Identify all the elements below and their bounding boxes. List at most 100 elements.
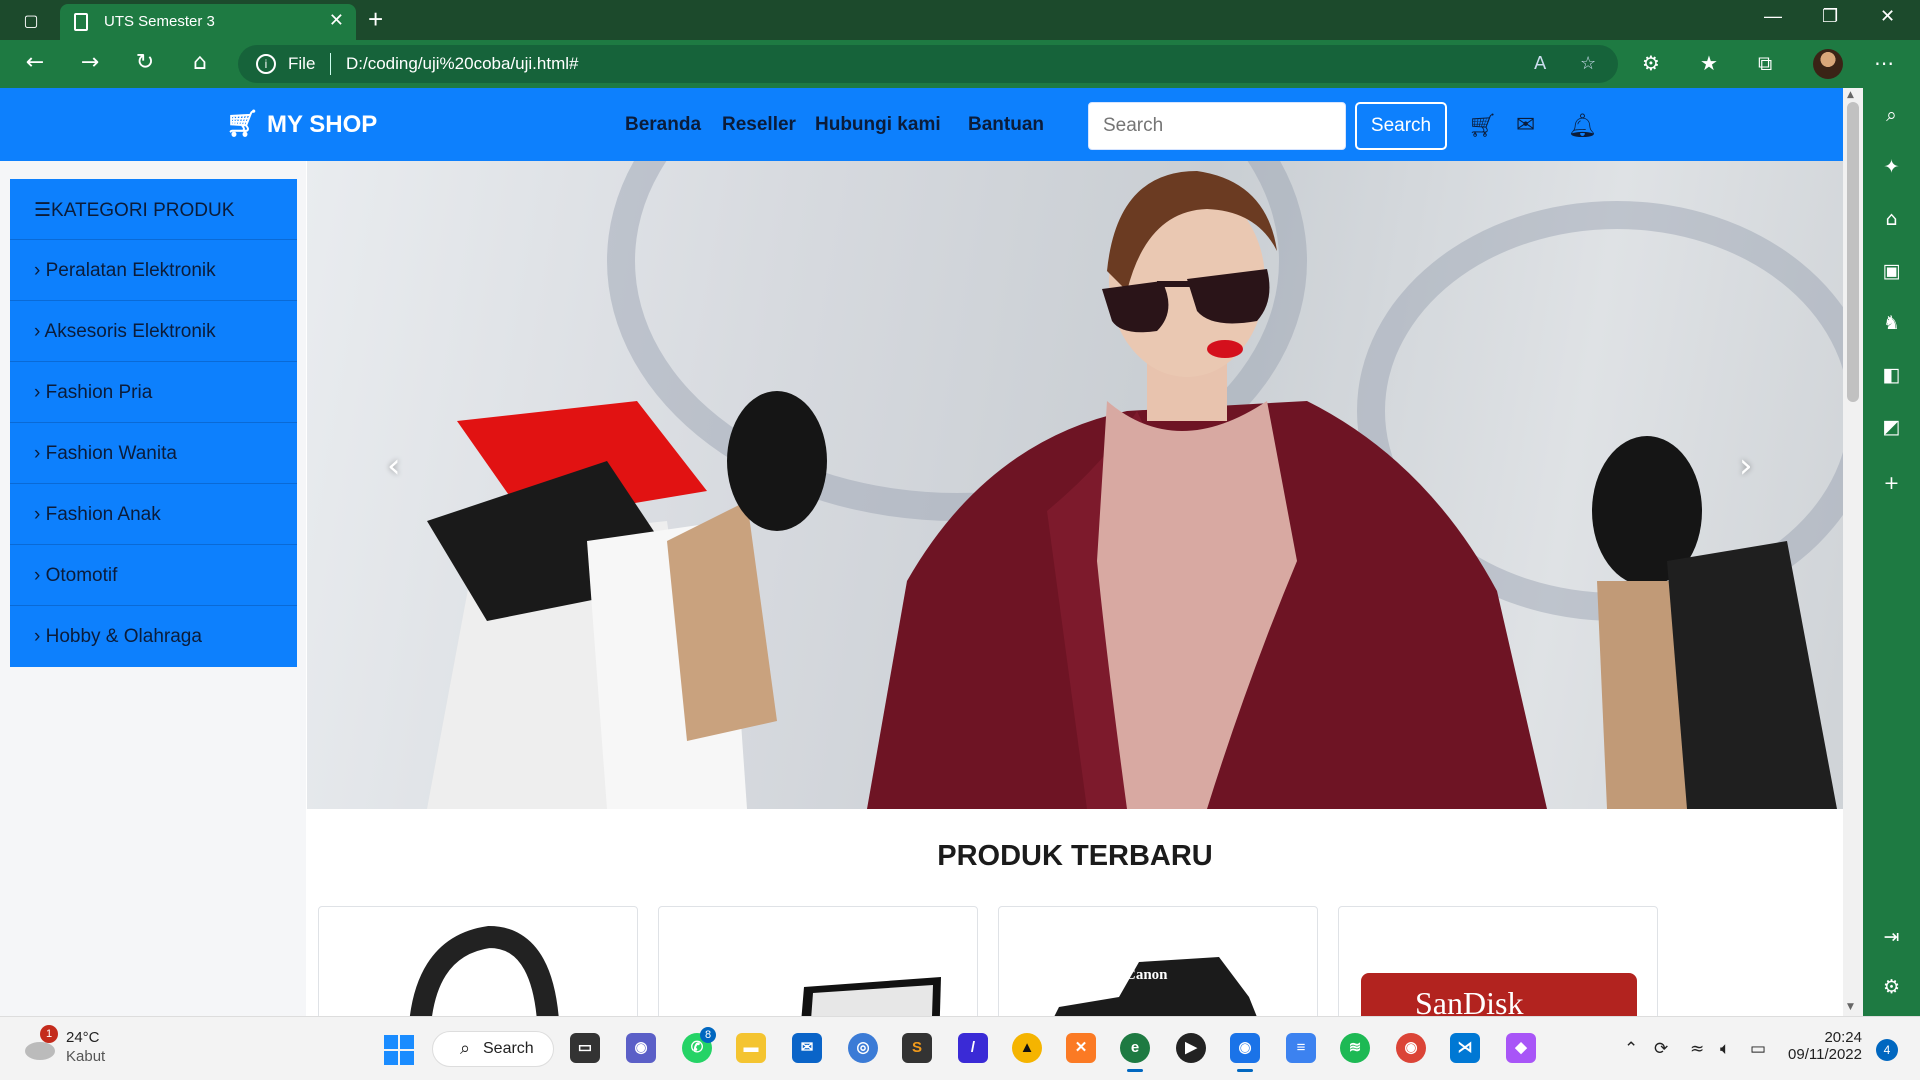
- weather-temp: 24°C: [66, 1029, 100, 1046]
- spotify-icon[interactable]: ≋: [1340, 1033, 1370, 1063]
- vscode-icon[interactable]: ⋊: [1450, 1033, 1480, 1063]
- page-viewport: 🛒︎ MY SHOP Beranda Reseller Hubungi kami …: [0, 88, 1843, 1016]
- media-player-icon[interactable]: ▶: [1176, 1033, 1206, 1063]
- scroll-down-icon[interactable]: ▼: [1847, 1002, 1854, 1012]
- refresh-icon[interactable]: ↻: [130, 50, 160, 75]
- category-header: ☰KATEGORI PRODUK: [10, 179, 297, 240]
- search-input[interactable]: [1088, 102, 1346, 150]
- nav-link-bantuan[interactable]: Bantuan: [968, 114, 1044, 136]
- mail-app-icon[interactable]: ✉: [792, 1033, 822, 1063]
- notification-badge[interactable]: 4: [1876, 1039, 1898, 1061]
- profile-avatar[interactable]: [1813, 49, 1843, 79]
- category-item[interactable]: › Peralatan Elektronik: [10, 240, 297, 301]
- clock-time: 20:24: [1824, 1029, 1862, 1046]
- discover-icon[interactable]: ✦: [1863, 156, 1920, 178]
- category-header-label: KATEGORI PRODUK: [51, 200, 235, 221]
- cart-logo-icon: 🛒︎: [226, 108, 260, 138]
- address-bar[interactable]: i File D:/coding/uji%20coba/uji.html# A …: [238, 45, 1618, 83]
- cart-icon[interactable]: 🛒︎: [1468, 112, 1497, 139]
- scroll-up-icon[interactable]: ▲: [1847, 90, 1854, 100]
- add-icon[interactable]: +: [1863, 472, 1920, 494]
- wifi-icon[interactable]: ≈: [1690, 1039, 1704, 1059]
- xampp-icon[interactable]: ✕: [1066, 1033, 1096, 1063]
- laptop-image: [801, 977, 941, 1016]
- sublime-icon[interactable]: S: [902, 1033, 932, 1063]
- search-icon[interactable]: ⌕: [1863, 104, 1920, 126]
- browser-tab[interactable]: UTS Semester 3 ✕: [60, 4, 356, 40]
- weather-condition: Kabut: [66, 1048, 106, 1065]
- mail-icon[interactable]: ✉: [1516, 112, 1535, 138]
- sync-icon[interactable]: ⟳: [1654, 1039, 1668, 1059]
- category-item[interactable]: › Hobby & Olahraga: [10, 606, 297, 667]
- new-tab-button[interactable]: +: [368, 4, 383, 35]
- product-card[interactable]: [658, 906, 978, 1016]
- close-window-icon[interactable]: ✕: [1880, 6, 1895, 27]
- sidebar-settings-icon[interactable]: ⚙: [1863, 976, 1920, 998]
- battery-icon[interactable]: ▭: [1750, 1039, 1766, 1059]
- forward-icon[interactable]: →: [75, 50, 105, 75]
- tools-icon[interactable]: ▣: [1863, 260, 1920, 282]
- notepad-icon[interactable]: ≡: [1286, 1033, 1316, 1063]
- category-item[interactable]: › Fashion Pria: [10, 362, 297, 423]
- hide-sidebar-icon[interactable]: ⇥: [1863, 926, 1920, 948]
- product-card[interactable]: [318, 906, 638, 1016]
- carousel-prev-icon[interactable]: ‹: [387, 446, 401, 486]
- sdcard-brand-text: SanDisk: [1415, 985, 1524, 1016]
- extensions-icon[interactable]: ⚙: [1642, 51, 1660, 75]
- category-item[interactable]: › Aksesoris Elektronik: [10, 301, 297, 362]
- browser-toolbar: ← → ↻ ⌂ i File D:/coding/uji%20coba/uji.…: [0, 40, 1920, 88]
- brand-label: MY SHOP: [267, 111, 378, 138]
- product-card[interactable]: SanDisk: [1338, 906, 1658, 1016]
- close-tab-icon[interactable]: ✕: [329, 10, 344, 31]
- address-scheme: File: [288, 54, 316, 73]
- triangle-app-icon[interactable]: ▲: [1012, 1033, 1042, 1063]
- page-scrollbar[interactable]: ▲ ▼: [1843, 88, 1863, 1016]
- add-favorite-icon[interactable]: ☆: [1580, 53, 1596, 74]
- read-aloud-icon[interactable]: A: [1534, 53, 1546, 74]
- more-options-icon[interactable]: ⋯: [1874, 51, 1894, 75]
- edge-icon[interactable]: e: [1120, 1033, 1150, 1072]
- volume-icon[interactable]: 🔈︎: [1720, 1039, 1730, 1059]
- nav-link-hubungi-kami[interactable]: Hubungi kami: [815, 114, 941, 136]
- file-explorer-icon[interactable]: ▬: [736, 1033, 766, 1063]
- shop-brand[interactable]: 🛒︎ MY SHOP: [226, 108, 377, 139]
- system-clock[interactable]: 20:24 09/11/2022: [1786, 1029, 1862, 1063]
- restore-icon[interactable]: ❐: [1822, 6, 1838, 27]
- nav-link-beranda[interactable]: Beranda: [625, 114, 701, 136]
- minimize-icon[interactable]: —: [1764, 6, 1782, 27]
- task-view-icon[interactable]: ▭: [570, 1033, 600, 1063]
- teams-chat-icon[interactable]: ◉: [626, 1033, 656, 1063]
- show-hidden-icons[interactable]: ⌃: [1624, 1039, 1638, 1059]
- browser-app-icon[interactable]: ◎: [848, 1033, 878, 1063]
- carousel-next-icon[interactable]: ›: [1739, 446, 1753, 486]
- taskbar-search-label: Search: [483, 1040, 534, 1057]
- tab-actions-icon[interactable]: ▢: [14, 8, 48, 34]
- vscode-alt-icon[interactable]: /: [958, 1033, 988, 1063]
- outlook-icon[interactable]: ◩: [1863, 416, 1920, 438]
- home-icon[interactable]: ⌂: [185, 50, 215, 75]
- shop-navbar: 🛒︎ MY SHOP Beranda Reseller Hubungi kami …: [0, 88, 1843, 161]
- office-icon[interactable]: ◧: [1863, 364, 1920, 386]
- chrome-icon[interactable]: ◉: [1396, 1033, 1426, 1063]
- product-card[interactable]: Canon: [998, 906, 1318, 1016]
- bell-icon[interactable]: 🔔︎: [1568, 112, 1597, 139]
- camera-app-icon[interactable]: ◉: [1230, 1033, 1260, 1072]
- collections-icon[interactable]: ⧉: [1758, 51, 1772, 75]
- search-icon: ⌕: [460, 1038, 471, 1058]
- shopping-tag-icon[interactable]: ⌂: [1863, 208, 1920, 230]
- taskbar-search[interactable]: ⌕ Search: [432, 1031, 554, 1067]
- info-icon[interactable]: i: [256, 54, 276, 74]
- category-item[interactable]: › Fashion Wanita: [10, 423, 297, 484]
- address-url[interactable]: D:/coding/uji%20coba/uji.html#: [346, 54, 578, 74]
- games-icon[interactable]: ♞: [1863, 312, 1920, 334]
- search-button[interactable]: Search: [1355, 102, 1447, 150]
- hero-image: [427, 171, 1837, 809]
- diamond-app-icon[interactable]: ◆: [1506, 1033, 1536, 1063]
- start-button[interactable]: [384, 1035, 414, 1065]
- category-item[interactable]: › Fashion Anak: [10, 484, 297, 545]
- scrollbar-thumb[interactable]: [1847, 102, 1859, 402]
- nav-link-reseller[interactable]: Reseller: [722, 114, 796, 136]
- favorites-icon[interactable]: ★: [1700, 51, 1718, 75]
- back-icon[interactable]: ←: [20, 50, 50, 75]
- category-item[interactable]: › Otomotif: [10, 545, 297, 606]
